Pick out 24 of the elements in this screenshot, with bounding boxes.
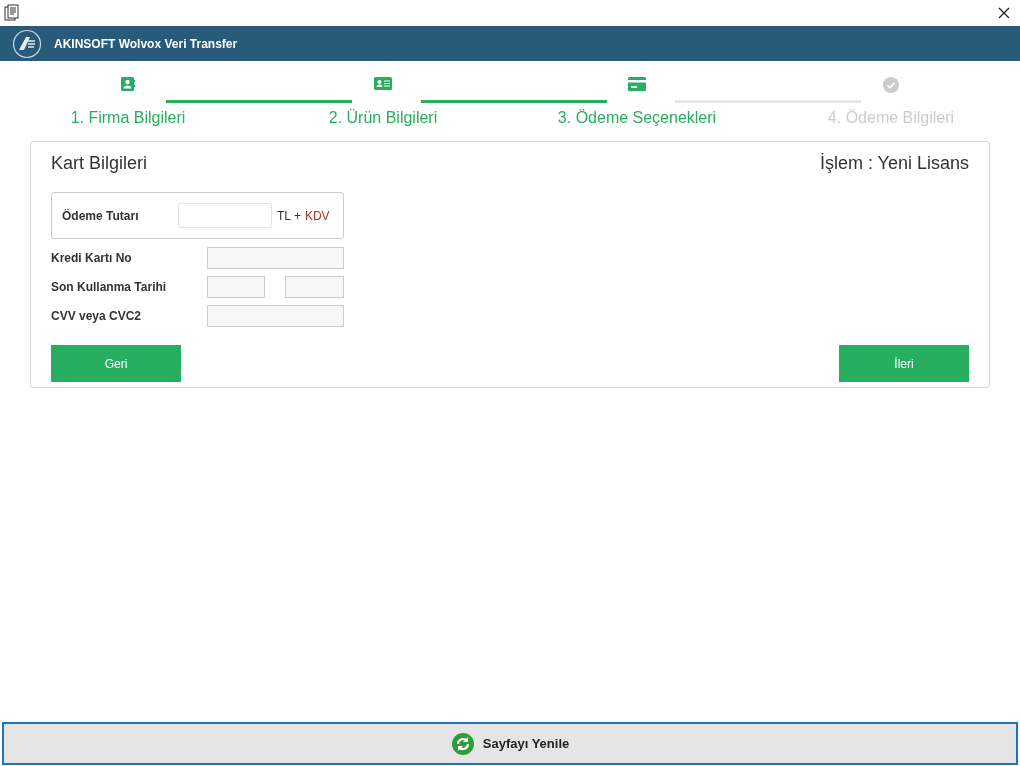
field-label: Kredi Kartı No (51, 250, 133, 267)
back-button[interactable]: Geri (51, 345, 181, 382)
app-icon (4, 4, 20, 22)
operation-label: İşlem : Yeni Lisans (819, 152, 969, 175)
currency-label: TL + (277, 207, 301, 225)
amount-input[interactable] (178, 203, 272, 228)
refresh-icon (450, 731, 475, 756)
step-label: 1. Firma Bilgileri (70, 108, 186, 128)
field-label: Son Kullanma Tarihi (51, 279, 168, 296)
step-label: 2. Ürün Bilgileri (328, 108, 438, 128)
close-icon[interactable] (998, 7, 1010, 19)
card-title: Kart Bilgileri (51, 152, 148, 175)
logo-icon (12, 28, 42, 59)
app-title: AKINSOFT Wolvox Veri Transfer (54, 35, 238, 53)
next-button[interactable]: İleri (839, 345, 969, 382)
step-label: 3. Ödeme Seçenekleri (557, 108, 717, 128)
text-input[interactable] (207, 305, 344, 327)
amount-label: Ödeme Tutarı (62, 207, 140, 225)
refresh-button[interactable]: Sayfayı Yenile (2, 722, 1018, 765)
tax-label: KDV (304, 207, 330, 225)
text-input[interactable] (207, 247, 344, 269)
year-input[interactable] (285, 276, 344, 298)
field-label: CVV veya CVC2 (51, 308, 143, 325)
month-input[interactable] (207, 276, 265, 298)
